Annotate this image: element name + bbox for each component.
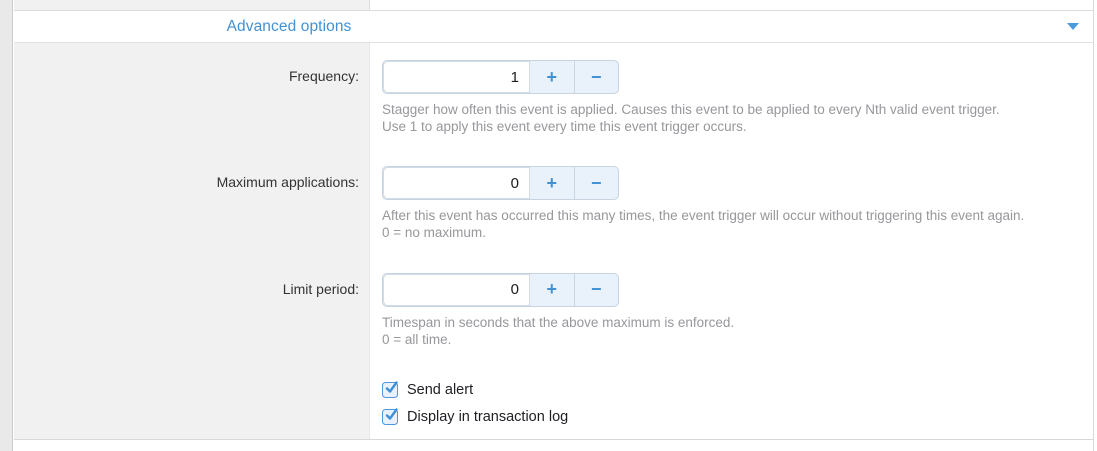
max-applications-stepper: + − [382, 166, 619, 200]
display-transaction-log-label: Display in transaction log [407, 409, 568, 425]
section-title: Advanced options [227, 18, 352, 36]
max-applications-increment-button[interactable]: + [530, 167, 574, 199]
max-applications-field-group: Maximum applications: + − After this eve… [14, 149, 1093, 255]
advanced-options-header[interactable]: Advanced options [14, 11, 1093, 43]
checkmark-icon [382, 379, 400, 397]
max-applications-help-text: After this event has occurred this many … [382, 207, 1093, 241]
frequency-increment-button[interactable]: + [530, 61, 574, 93]
send-alert-checkbox[interactable] [382, 382, 398, 398]
limit-period-help-text: Timespan in seconds that the above maxim… [382, 314, 1093, 348]
settings-panel: Advanced options Frequency: + − Stagger … [14, 0, 1093, 451]
frequency-field-group: Frequency: + − Stagger how often this ev… [14, 43, 1093, 149]
send-alert-row[interactable]: Send alert [382, 382, 1093, 399]
display-transaction-log-checkbox[interactable] [382, 409, 398, 425]
limit-period-decrement-button[interactable]: − [574, 274, 618, 306]
limit-period-stepper: + − [382, 273, 619, 307]
alerts-row: Send alert Display in transaction log [14, 362, 1093, 439]
send-alert-label: Send alert [407, 382, 473, 398]
advanced-options-screen: Advanced options Frequency: + − Stagger … [0, 0, 1097, 451]
max-applications-input[interactable] [383, 167, 530, 199]
previous-section-edge [14, 0, 1093, 11]
advanced-options-body: Frequency: + − Stagger how often this ev… [14, 43, 1093, 440]
max-applications-decrement-button[interactable]: − [574, 167, 618, 199]
checkmark-icon [382, 406, 400, 424]
frequency-label: Frequency: [14, 43, 370, 149]
limit-period-label: Limit period: [14, 256, 370, 362]
frequency-decrement-button[interactable]: − [574, 61, 618, 93]
frequency-stepper: + − [382, 60, 619, 94]
chevron-down-icon[interactable] [1067, 23, 1079, 30]
display-transaction-log-row[interactable]: Display in transaction log [382, 409, 1093, 426]
limit-period-increment-button[interactable]: + [530, 274, 574, 306]
panel-right-border [1093, 0, 1094, 451]
limit-period-input[interactable] [383, 274, 530, 306]
frequency-help-text: Stagger how often this event is applied.… [382, 101, 1093, 135]
max-applications-label: Maximum applications: [14, 149, 370, 255]
frequency-input[interactable] [383, 61, 530, 93]
left-gutter [0, 0, 13, 451]
limit-period-field-group: Limit period: + − Timespan in seconds th… [14, 256, 1093, 362]
